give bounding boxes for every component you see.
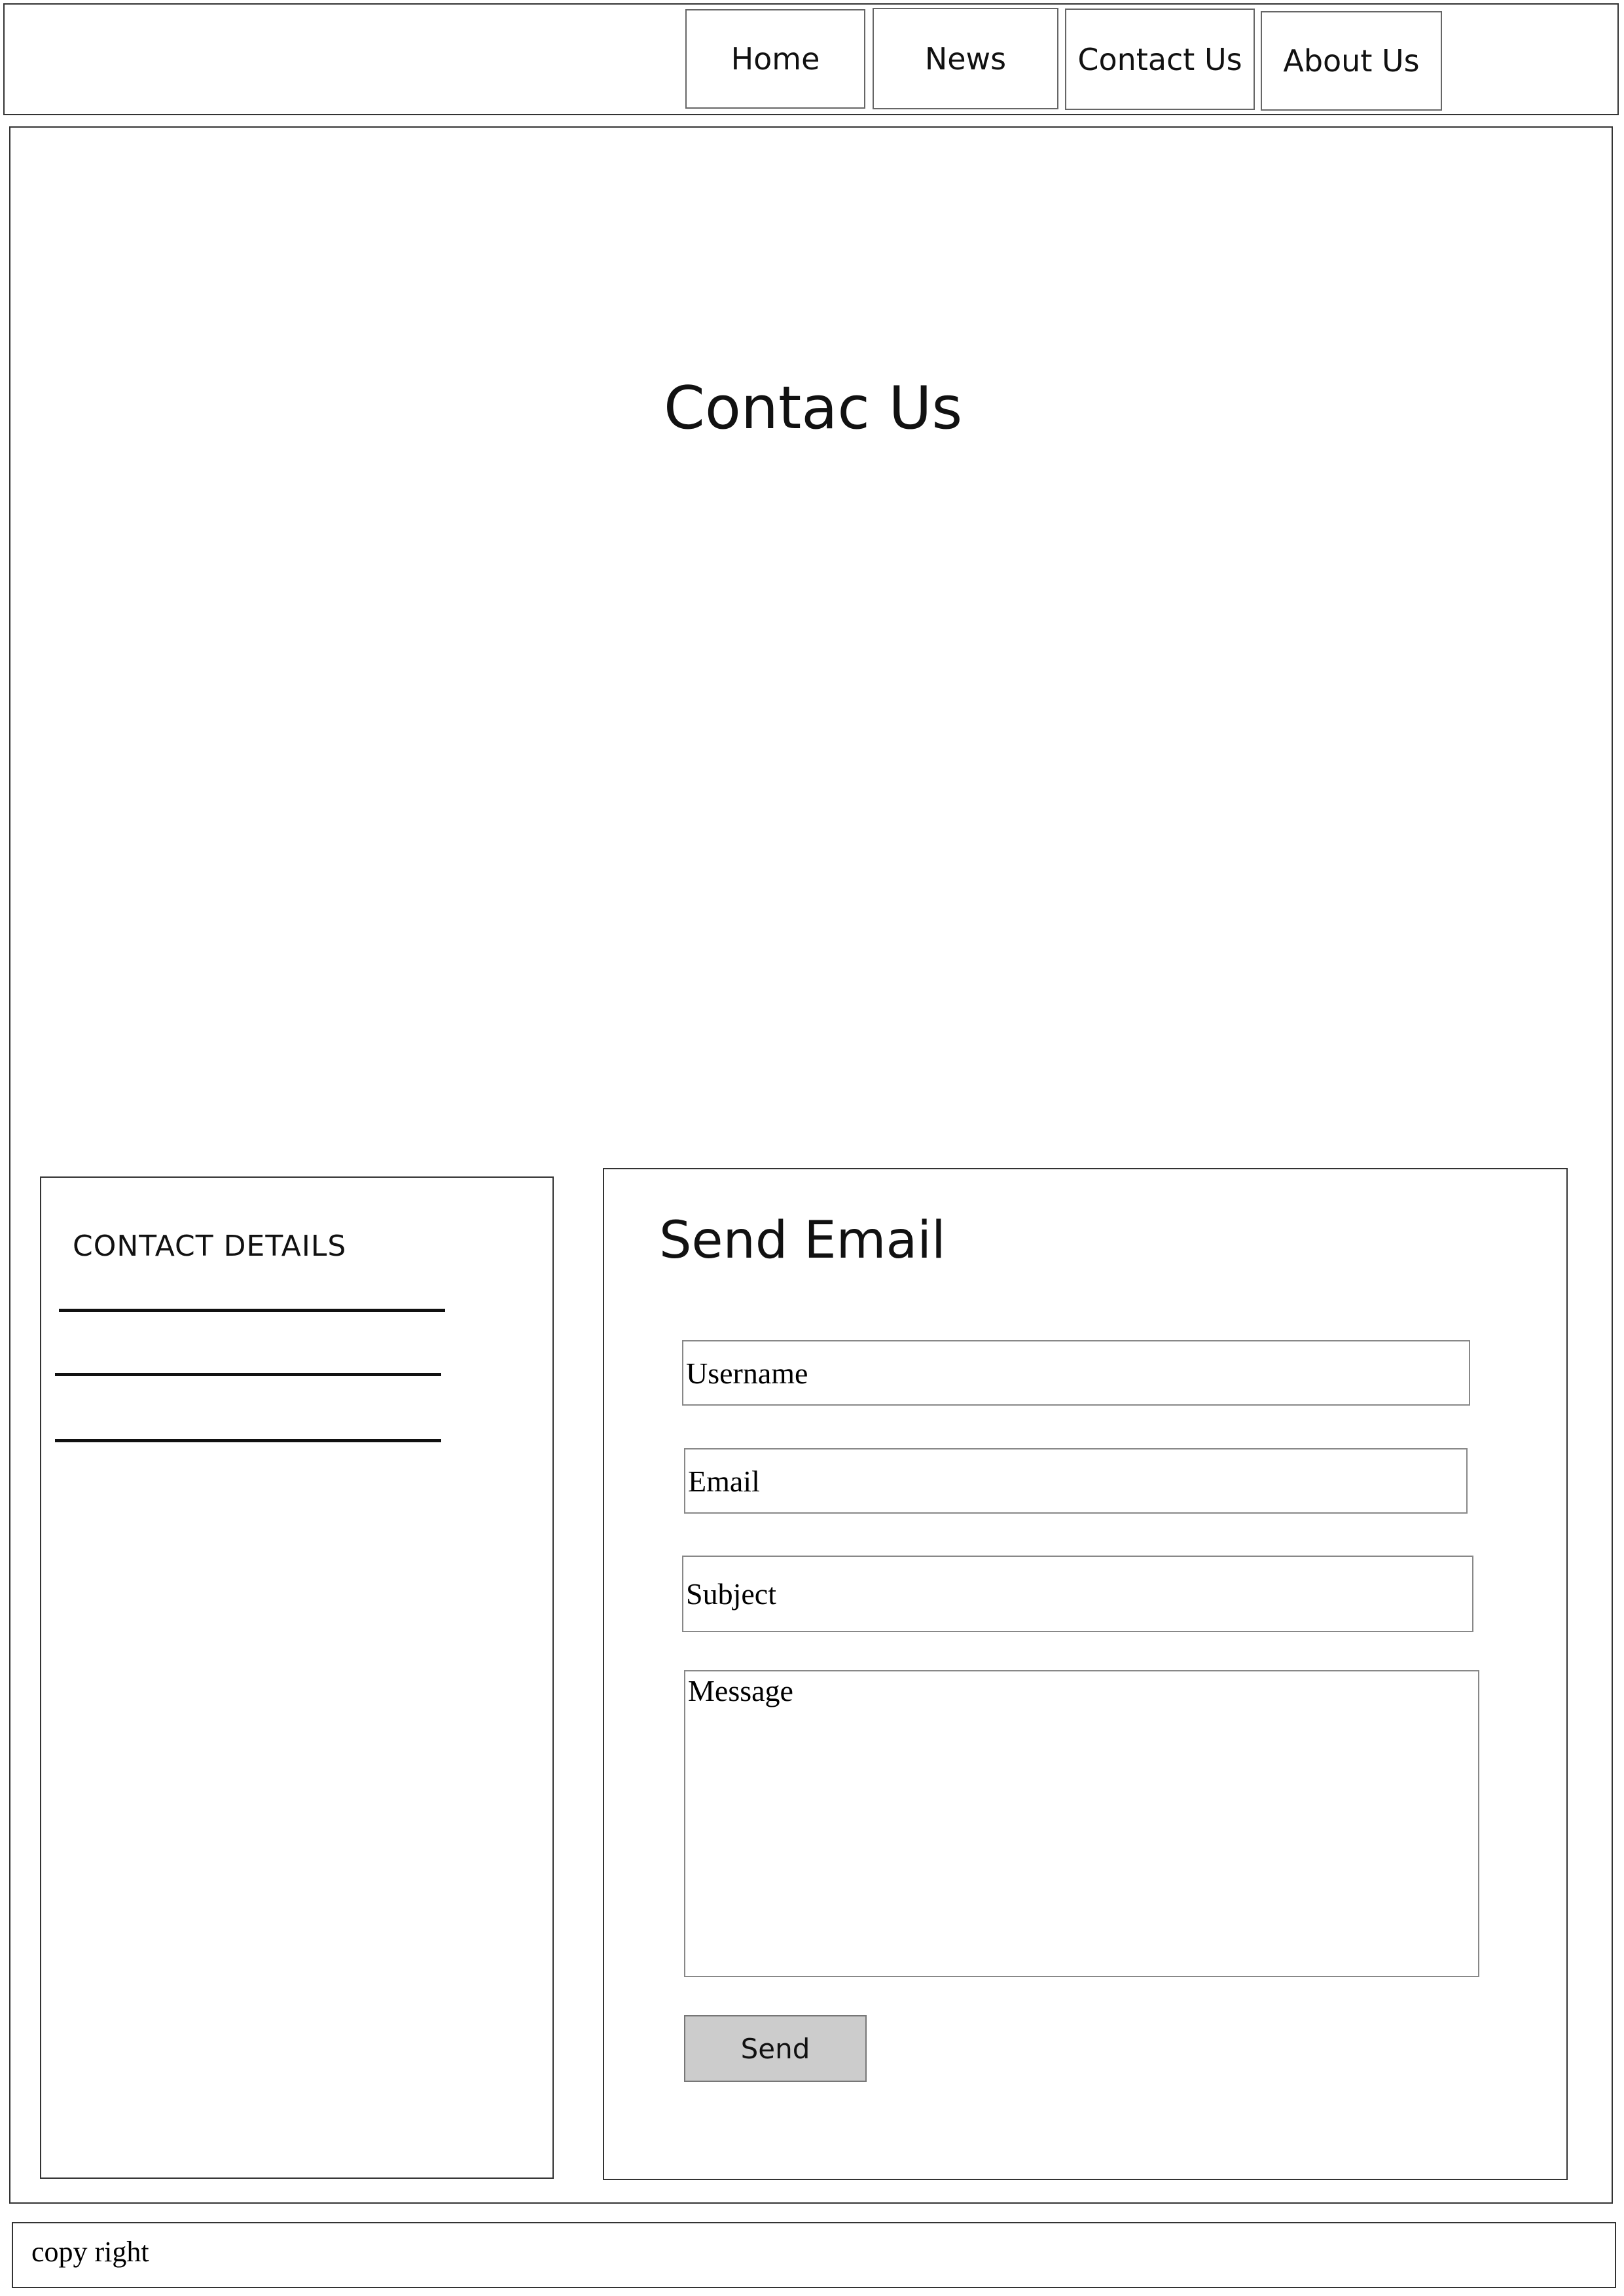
nav-contact-us[interactable]: Contact Us	[1065, 9, 1255, 110]
nav-news[interactable]: News	[873, 8, 1058, 109]
subject-input[interactable]	[682, 1556, 1473, 1632]
contact-details-title: CONTACT DETAILS	[73, 1230, 347, 1263]
contact-details-panel	[40, 1176, 554, 2179]
nav-home[interactable]: Home	[685, 9, 865, 109]
username-input[interactable]	[682, 1340, 1470, 1406]
page-title: Contac Us	[664, 374, 963, 443]
contact-detail-line	[55, 1373, 441, 1376]
contact-detail-line	[59, 1309, 445, 1312]
message-textarea[interactable]	[684, 1670, 1479, 1977]
contact-detail-line	[55, 1439, 441, 1442]
email-input[interactable]	[684, 1448, 1468, 1514]
send-email-title: Send Email	[659, 1211, 946, 1270]
nav-about-us[interactable]: About Us	[1261, 11, 1442, 111]
copyright-text: copy right	[31, 2236, 149, 2268]
send-button[interactable]: Send	[684, 2015, 867, 2082]
footer-bar	[12, 2222, 1616, 2288]
